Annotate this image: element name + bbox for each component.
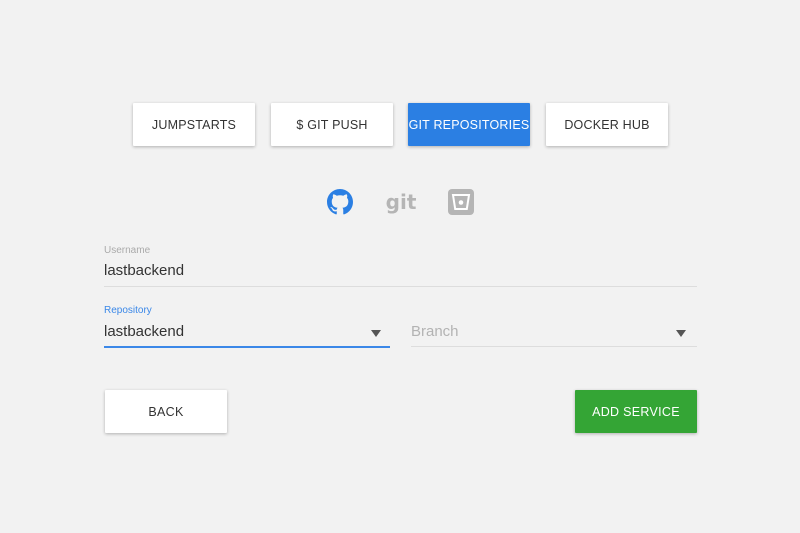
tab-jumpstarts[interactable]: JUMPSTARTS <box>133 103 255 146</box>
username-underline <box>104 286 697 287</box>
bitbucket-icon[interactable] <box>447 188 475 216</box>
github-icon[interactable] <box>326 188 354 216</box>
repository-underline <box>104 346 390 348</box>
add-service-button[interactable]: ADD SERVICE <box>575 390 697 433</box>
back-button[interactable]: BACK <box>105 390 227 433</box>
username-label: Username <box>104 245 151 256</box>
branch-dropdown-icon[interactable] <box>676 330 686 337</box>
tab-git-repositories[interactable]: GIT REPOSITORIES <box>408 103 530 146</box>
repository-label: Repository <box>104 305 152 316</box>
provider-selector: git <box>326 188 476 218</box>
username-input[interactable]: lastbackend <box>104 262 184 279</box>
tab-docker-hub[interactable]: DOCKER HUB <box>546 103 668 146</box>
git-icon-text: git <box>385 190 417 214</box>
branch-underline <box>411 346 697 347</box>
tab-git-push[interactable]: $ GIT PUSH <box>271 103 393 146</box>
git-icon[interactable]: git <box>385 188 417 216</box>
repository-dropdown-icon[interactable] <box>371 330 381 337</box>
branch-select[interactable]: Branch <box>411 323 459 340</box>
source-tabs: JUMPSTARTS $ GIT PUSH GIT REPOSITORIES D… <box>133 103 668 147</box>
repository-select[interactable]: lastbackend <box>104 323 184 340</box>
